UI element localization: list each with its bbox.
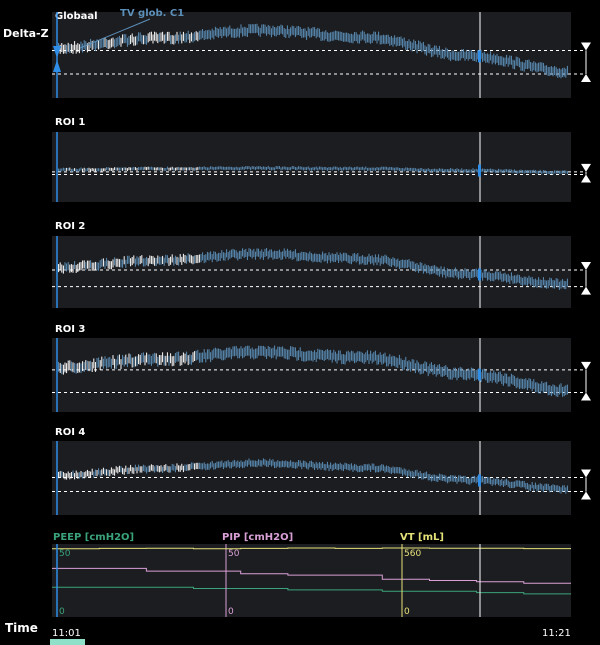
scale-max-1: 50 <box>228 549 240 559</box>
cursor-marker-1 <box>478 50 481 63</box>
panel-title-5: ROI 4 <box>55 427 85 438</box>
time-scrollbar-thumb <box>50 639 85 645</box>
cursor-marker-4 <box>478 368 481 381</box>
scale-max-0: 50 <box>59 549 71 559</box>
ventilator-plot-area <box>52 544 571 617</box>
panel-title-3: ROI 2 <box>55 221 85 232</box>
panel-title-1: Globaal <box>55 11 98 22</box>
legend-vt: VT [mL] <box>400 532 444 543</box>
amplitude-top-icon-5 <box>581 469 591 478</box>
cursor-marker-2 <box>478 164 481 177</box>
cursor-marker-3 <box>478 268 481 281</box>
amplitude-top-icon-2 <box>581 163 591 172</box>
plot-area-5 <box>52 441 571 515</box>
panel-title-4: ROI 3 <box>55 324 85 335</box>
amplitude-bottom-icon-4 <box>581 392 591 401</box>
amplitude-bottom-icon-5 <box>581 491 591 500</box>
plot-area-2 <box>52 132 571 202</box>
scale-max-2: 560 <box>404 549 421 559</box>
cursor-marker-5 <box>478 474 481 487</box>
time-start-label: 11:01 <box>52 628 81 639</box>
plot-area-1 <box>52 12 571 98</box>
scale-zero-0: 0 <box>59 607 65 617</box>
amplitude-top-icon-4 <box>581 361 591 370</box>
scale-zero-1: 0 <box>228 607 234 617</box>
amplitude-bottom-icon-2 <box>581 174 591 183</box>
annotation-label: TV glob. C1 <box>120 8 184 19</box>
time-end-label: 11:21 <box>542 628 571 639</box>
eit-trend-chart: Globaal ROI 1 ROI 2 ROI 3 ROI 4 TV glob. C1 PE… <box>50 8 591 645</box>
amplitude-top-icon-3 <box>581 262 591 271</box>
legend-pip: PIP [cmH2O] <box>222 532 293 543</box>
amplitude-bottom-icon-3 <box>581 286 591 295</box>
scale-zero-2: 0 <box>404 607 410 617</box>
plot-area-3 <box>52 236 571 308</box>
amplitude-bottom-icon-1 <box>581 73 591 82</box>
panel-title-2: ROI 1 <box>55 117 85 128</box>
amplitude-top-icon-1 <box>581 42 591 51</box>
plot-area-4 <box>52 338 571 412</box>
legend-peep: PEEP [cmH2O] <box>53 532 134 543</box>
